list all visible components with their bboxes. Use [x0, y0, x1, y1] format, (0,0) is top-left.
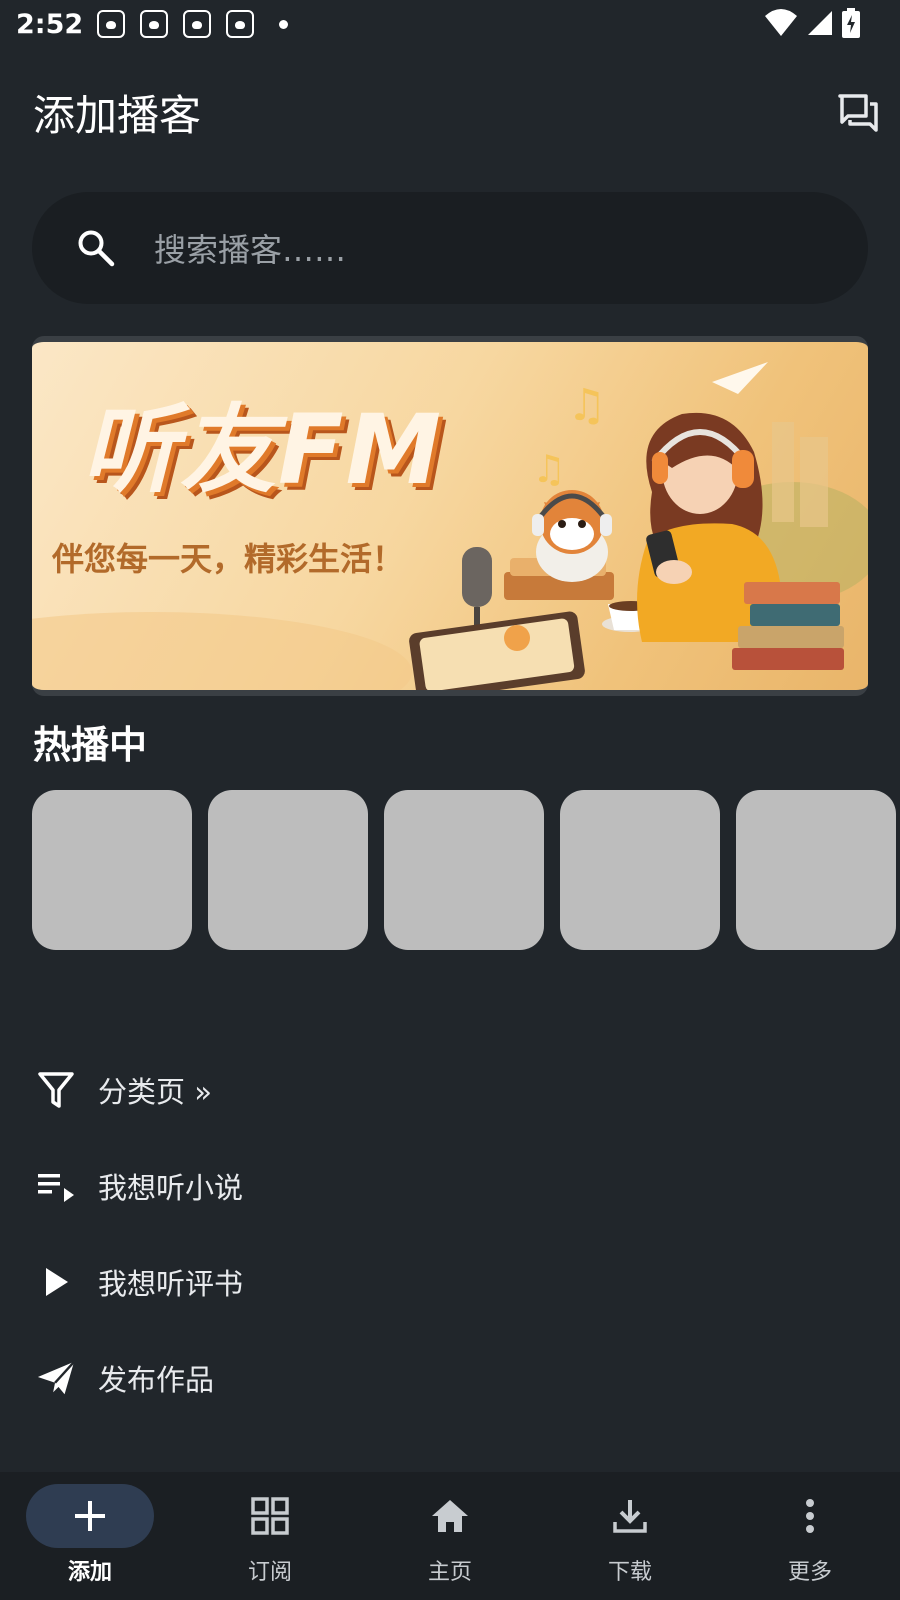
podcast-card[interactable] — [560, 790, 720, 950]
podcast-card[interactable] — [32, 790, 192, 950]
menu-item-storytelling[interactable]: 我想听评书 — [0, 1234, 900, 1330]
hot-podcast-row — [32, 790, 896, 950]
send-icon — [36, 1358, 76, 1398]
status-right — [764, 8, 860, 38]
nav-item-more[interactable]: 更多 — [720, 1472, 900, 1600]
feedback-button[interactable] — [834, 88, 882, 136]
menu-item-publish[interactable]: 发布作品 — [0, 1330, 900, 1426]
more-vert-icon — [806, 1499, 814, 1533]
search-icon — [78, 230, 115, 267]
menu-item-label: 发布作品 — [98, 1363, 215, 1397]
more-notifications-dot — [279, 19, 289, 29]
podcast-card[interactable] — [384, 790, 544, 950]
promo-banner[interactable]: ♫ ♫ 听友FM 伴您每一天，精彩生活！ — [32, 336, 868, 696]
status-bar: 2:52 — [0, 0, 900, 48]
podcast-card[interactable] — [208, 790, 368, 950]
podcast-card[interactable] — [736, 790, 896, 950]
nav-item-downloads[interactable]: 下载 — [540, 1472, 720, 1600]
nav-label: 添加 — [67, 1560, 112, 1585]
nav-item-home[interactable]: 主页 — [360, 1472, 540, 1600]
wifi-icon — [765, 9, 797, 36]
home-icon — [432, 1500, 468, 1532]
nav-item-add[interactable]: 添加 — [0, 1472, 180, 1600]
play-icon — [36, 1262, 76, 1302]
menu-item-label: 我想听小说 — [98, 1171, 244, 1205]
nav-label: 主页 — [427, 1560, 472, 1585]
status-time: 2:52 — [16, 8, 84, 40]
paw-icon — [226, 10, 255, 38]
banner-subtitle: 伴您每一天，精彩生活！ — [52, 540, 405, 578]
menu-item-categories[interactable]: 分类页 » — [0, 1042, 900, 1138]
nav-label: 订阅 — [247, 1560, 292, 1585]
filter-icon — [36, 1070, 76, 1110]
playlist-play-icon — [36, 1166, 76, 1206]
search-input[interactable]: 搜索播客…… — [154, 225, 346, 271]
paw-icon — [183, 10, 212, 38]
nav-label: 下载 — [607, 1560, 652, 1585]
section-title-hot: 热播中 — [33, 723, 148, 767]
banner-title: 听友FM — [82, 394, 444, 506]
nav-item-subscriptions[interactable]: 订阅 — [180, 1472, 360, 1600]
search-bar[interactable]: 搜索播客…… — [32, 192, 868, 304]
menu-item-label: 分类页 » — [98, 1075, 212, 1109]
grid-icon — [251, 1497, 289, 1535]
menu-item-novels[interactable]: 我想听小说 — [0, 1138, 900, 1234]
page-title: 添加播客 — [33, 90, 202, 140]
add-icon — [75, 1501, 105, 1531]
bottom-navigation: 添加 订阅 主页 下载 更多 — [0, 1472, 900, 1600]
battery-charging-icon — [842, 8, 860, 38]
svg-text:♫: ♫ — [532, 447, 566, 491]
app-bar: 添加播客 — [0, 76, 900, 148]
signal-icon — [808, 11, 832, 35]
paw-icon — [97, 10, 126, 38]
paw-icon — [140, 10, 169, 38]
nav-label: 更多 — [787, 1560, 832, 1585]
feedback-icon — [838, 94, 878, 132]
quick-links-menu: 分类页 » 我想听小说 我想听评书 发布作品 — [0, 1042, 900, 1426]
nav-active-indicator — [26, 1484, 154, 1548]
menu-item-label: 我想听评书 — [98, 1267, 244, 1301]
svg-text:♫: ♫ — [567, 380, 606, 431]
download-icon — [613, 1500, 647, 1533]
